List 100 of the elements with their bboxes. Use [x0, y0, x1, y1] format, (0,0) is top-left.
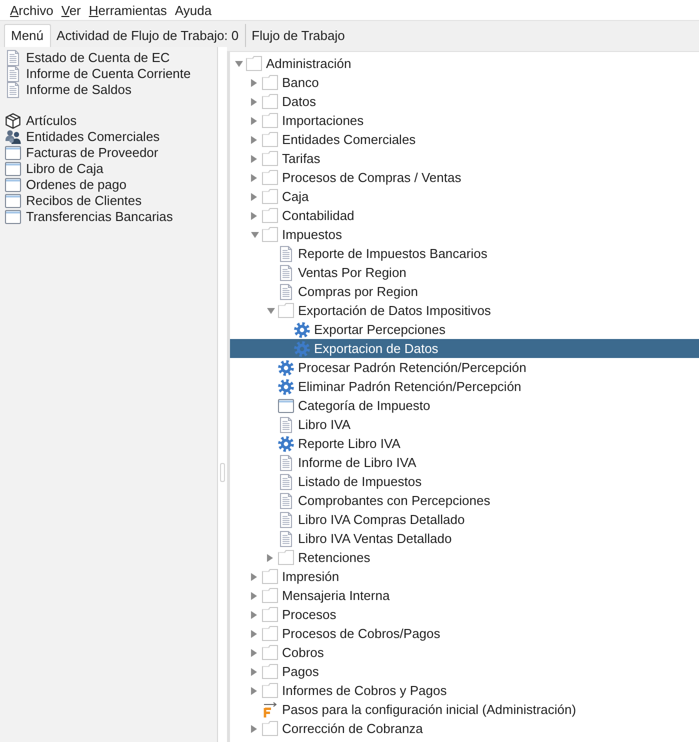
- expand-triangle-icon[interactable]: [251, 630, 257, 638]
- tree-item[interactable]: Libro IVA Compras Detallado: [278, 510, 468, 529]
- tree-item[interactable]: Reporte Libro IVA: [278, 434, 404, 453]
- collapse-triangle-icon[interactable]: [251, 232, 259, 238]
- tree-item[interactable]: Libro IVA: [278, 415, 354, 434]
- expand-triangle-icon[interactable]: [251, 592, 257, 600]
- expand-triangle-icon[interactable]: [251, 174, 257, 182]
- tree-item[interactable]: Exportación de Datos Impositivos: [278, 301, 494, 320]
- tree-item[interactable]: Cobros: [262, 643, 327, 662]
- expand-triangle-icon[interactable]: [251, 610, 257, 618]
- tree-item[interactable]: Compras por Region: [278, 282, 421, 301]
- document-icon: [280, 284, 292, 300]
- shortcut-item[interactable]: Ordenes de pago: [5, 177, 126, 193]
- shortcut-item[interactable]: Estado de Cuenta de EC: [5, 50, 170, 66]
- tree-item[interactable]: Pagos: [262, 662, 322, 681]
- shortcut-item[interactable]: Artículos: [5, 113, 77, 129]
- tree-item[interactable]: Pasos para la configuración inicial (Administración): [262, 700, 580, 719]
- tree-item[interactable]: Listado de Impuestos: [278, 472, 425, 491]
- tab[interactable]: Flujo de Trabajo: [246, 24, 351, 47]
- tree-item[interactable]: Tarifas: [262, 149, 324, 168]
- expand-triangle-icon[interactable]: [251, 648, 257, 656]
- gear-icon: [278, 378, 294, 394]
- expand-triangle-icon[interactable]: [251, 724, 257, 732]
- folder-icon: [262, 170, 278, 185]
- folder-icon: [262, 151, 278, 166]
- document-icon: [280, 512, 292, 528]
- tree-item[interactable]: Impuestos: [262, 225, 345, 244]
- tree-item[interactable]: Exportar Percepciones: [294, 320, 449, 339]
- tree-item[interactable]: Comprobantes con Percepciones: [278, 491, 494, 510]
- expand-triangle-icon[interactable]: [251, 572, 257, 580]
- window-icon: [5, 146, 21, 160]
- document-icon: [7, 82, 19, 98]
- folder-icon: [262, 569, 278, 584]
- shortcut-item[interactable]: Libro de Caja: [5, 161, 104, 177]
- window-icon: [5, 162, 21, 176]
- collapse-triangle-icon[interactable]: [267, 308, 275, 314]
- tab[interactable]: Menú: [4, 24, 51, 47]
- tree-item[interactable]: Procesar Padrón Retención/Percepción: [278, 358, 530, 377]
- tree-item[interactable]: Procesos de Compras / Ventas: [262, 168, 464, 187]
- tree-item[interactable]: Categoría de Impuesto: [278, 396, 434, 415]
- workflow-icon: [262, 702, 278, 718]
- splitter-grip-icon[interactable]: [220, 463, 225, 482]
- expand-triangle-icon[interactable]: [251, 192, 257, 200]
- folder-icon: [262, 189, 278, 204]
- menu-item[interactable]: Ver: [57, 0, 85, 20]
- tree-item[interactable]: Libro IVA Ventas Detallado: [278, 529, 455, 548]
- tree-item[interactable]: Procesos: [262, 605, 340, 624]
- tree-item[interactable]: Reporte de Impuestos Bancarios: [278, 244, 490, 263]
- document-icon: [280, 264, 292, 280]
- tree-item[interactable]: Ventas Por Region: [278, 263, 410, 282]
- shortcut-item[interactable]: Facturas de Proveedor: [5, 145, 158, 161]
- window-icon: [5, 194, 21, 208]
- expand-triangle-icon[interactable]: [251, 686, 257, 694]
- tree-item[interactable]: Informes de Cobros y Pagos: [262, 681, 450, 700]
- expand-triangle-icon[interactable]: [251, 98, 257, 106]
- gear-icon: [278, 360, 294, 376]
- folder-icon: [262, 645, 278, 660]
- tree-item[interactable]: Datos: [262, 92, 319, 111]
- folder-icon: [262, 626, 278, 641]
- shortcut-item[interactable]: Informe de Cuenta Corriente: [5, 66, 191, 82]
- tree-item[interactable]: Caja: [262, 187, 312, 206]
- folder-icon: [246, 56, 262, 71]
- folder-icon: [262, 132, 278, 147]
- shortcut-item[interactable]: Transferencias Bancarias: [5, 209, 173, 225]
- tree-item[interactable]: Eliminar Padrón Retención/Percepción: [278, 377, 524, 396]
- tree-item[interactable]: Corrección de Cobranza: [262, 719, 426, 738]
- tree-item[interactable]: Impresión: [262, 567, 342, 586]
- expand-triangle-icon[interactable]: [251, 78, 257, 86]
- expand-triangle-icon[interactable]: [251, 668, 257, 676]
- tree-item[interactable]: Entidades Comerciales: [262, 130, 419, 149]
- gear-icon: [278, 436, 294, 452]
- window-icon: [278, 398, 294, 412]
- tree-item[interactable]: Mensajeria Interna: [262, 586, 393, 605]
- shortcut-item[interactable]: Recibos de Clientes: [5, 193, 142, 209]
- expand-triangle-icon[interactable]: [267, 554, 273, 562]
- folder-icon: [262, 94, 278, 109]
- tree-item[interactable]: Exportacion de Datos: [294, 339, 442, 358]
- menu-item[interactable]: Ayuda: [170, 0, 216, 20]
- menu-item[interactable]: Herramientas: [84, 0, 171, 20]
- expand-triangle-icon[interactable]: [251, 116, 257, 124]
- expand-triangle-icon[interactable]: [251, 136, 257, 144]
- expand-triangle-icon[interactable]: [251, 212, 257, 220]
- package-icon: [5, 113, 21, 129]
- tree-item[interactable]: Informe de Libro IVA: [278, 453, 420, 472]
- tree-item[interactable]: Contabilidad: [262, 206, 358, 225]
- folder-icon: [262, 664, 278, 679]
- document-icon: [280, 474, 292, 490]
- expand-triangle-icon[interactable]: [251, 154, 257, 162]
- menu-item[interactable]: Archivo: [6, 0, 58, 20]
- shortcut-item[interactable]: Entidades Comerciales: [5, 129, 160, 145]
- tree-item[interactable]: Retenciones: [278, 548, 374, 567]
- tree-item[interactable]: Importaciones: [262, 111, 367, 130]
- gear-icon: [294, 322, 310, 338]
- tree-item[interactable]: Banco: [262, 73, 322, 92]
- tree-item[interactable]: Administración: [246, 54, 354, 73]
- document-icon: [280, 454, 292, 470]
- document-icon: [280, 492, 292, 508]
- collapse-triangle-icon[interactable]: [235, 60, 243, 66]
- shortcut-item[interactable]: Informe de Saldos: [5, 82, 132, 98]
- tree-item[interactable]: Procesos de Cobros/Pagos: [262, 624, 444, 643]
